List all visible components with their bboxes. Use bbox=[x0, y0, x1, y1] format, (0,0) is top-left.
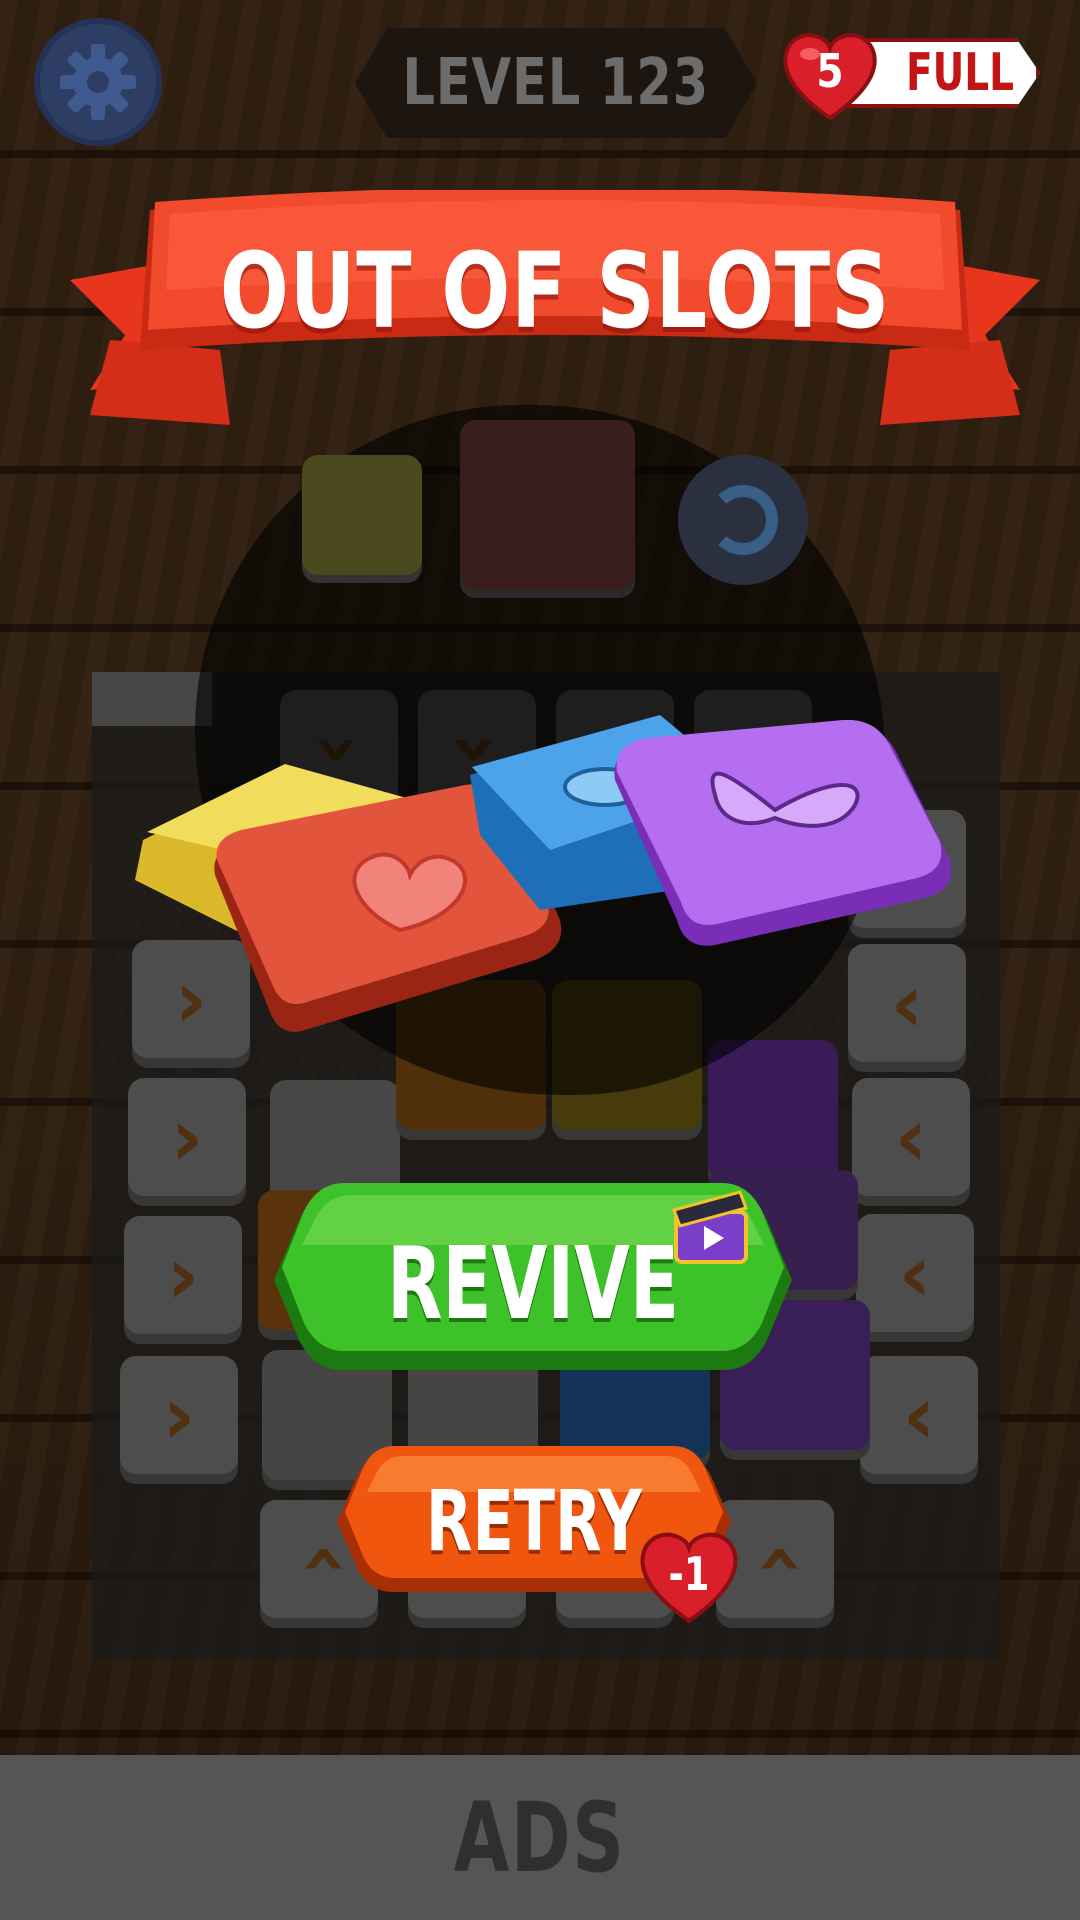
retry-cost: -1 bbox=[668, 1547, 710, 1601]
undo-button[interactable] bbox=[678, 455, 808, 585]
lives-status: FULL bbox=[905, 43, 1014, 103]
revive-label: REVIVE bbox=[386, 1225, 680, 1342]
settings-button[interactable] bbox=[34, 18, 162, 146]
video-ad-icon bbox=[672, 1190, 748, 1264]
level-indicator: LEVEL 123 bbox=[355, 28, 757, 138]
retry-cost-badge: -1 bbox=[637, 1525, 741, 1625]
title-banner: OUT OF SLOTS bbox=[70, 190, 1040, 440]
level-label: LEVEL 123 bbox=[402, 46, 710, 120]
retry-label: RETRY bbox=[425, 1472, 643, 1570]
dialog-title: OUT OF SLOTS bbox=[219, 230, 891, 352]
gear-icon bbox=[60, 44, 136, 120]
slot-heart bbox=[460, 420, 635, 590]
lives-indicator[interactable]: FULL 5 bbox=[780, 26, 1050, 122]
lives-count: 5 bbox=[816, 44, 844, 98]
purple-butterfly-gem bbox=[614, 720, 952, 946]
ads-banner[interactable]: ADS bbox=[0, 1755, 1080, 1920]
ads-label: ADS bbox=[454, 1781, 626, 1894]
slot-flower bbox=[302, 455, 422, 575]
undo-icon bbox=[708, 485, 778, 555]
